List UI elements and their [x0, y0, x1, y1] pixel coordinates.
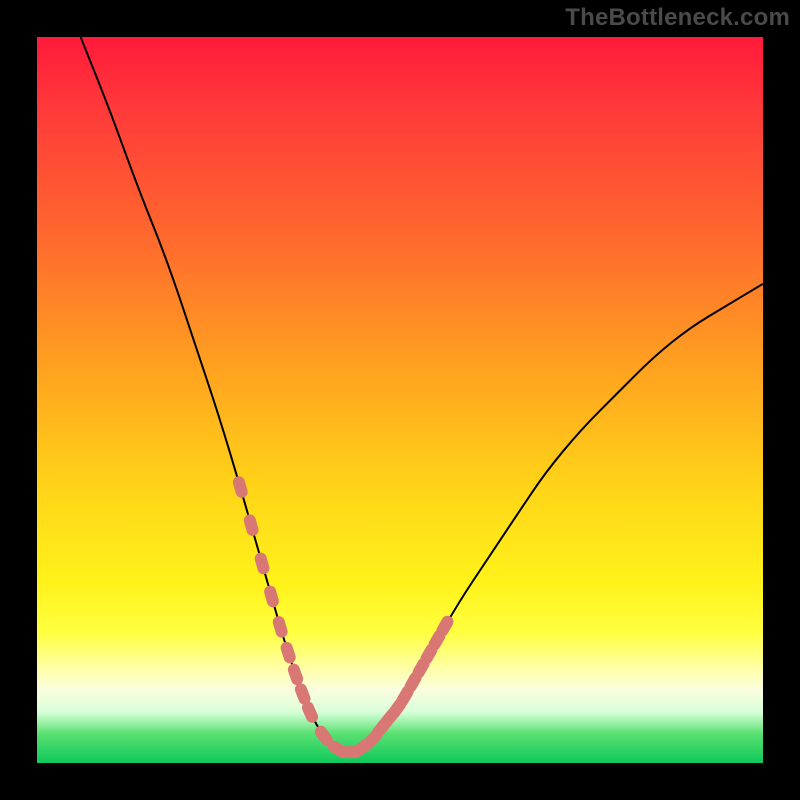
highlight-dash	[286, 662, 305, 687]
chart-frame: TheBottleneck.com	[0, 0, 800, 800]
highlight-dash	[253, 551, 271, 575]
watermark-text: TheBottleneck.com	[565, 4, 790, 32]
highlight-dash	[263, 584, 281, 608]
highlight-dash	[231, 475, 249, 499]
highlight-dash	[279, 640, 297, 665]
chart-svg	[37, 37, 763, 763]
highlight-dash	[242, 513, 260, 537]
plot-area	[37, 37, 763, 763]
bottleneck-curve	[81, 37, 763, 752]
highlight-dashes	[231, 475, 455, 760]
highlight-dash	[271, 615, 289, 639]
